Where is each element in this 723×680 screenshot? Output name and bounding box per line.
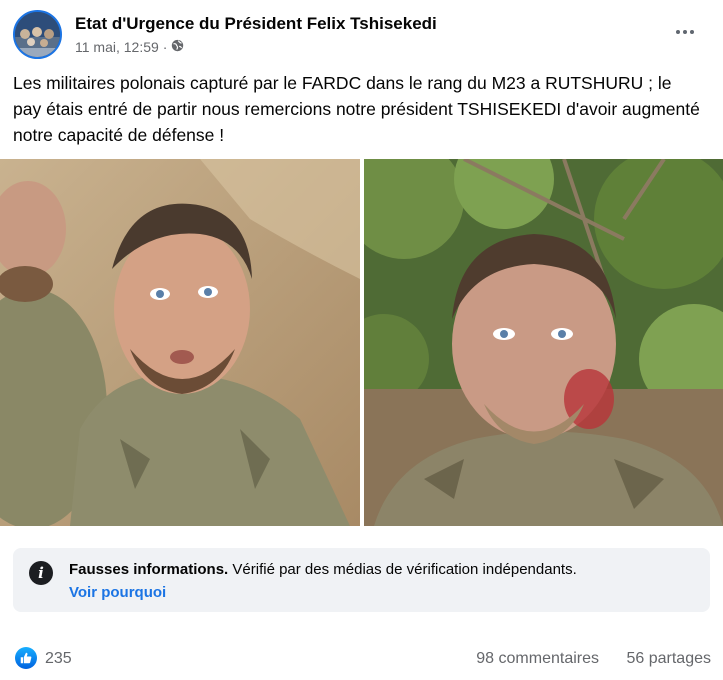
- share-count[interactable]: 56 partages: [626, 650, 711, 668]
- post-photo-left[interactable]: [0, 159, 360, 526]
- page-avatar[interactable]: [13, 10, 62, 59]
- thumbs-up-icon[interactable]: [15, 647, 37, 669]
- info-icon: i: [29, 561, 53, 585]
- post-engagement-bar: 235 98 commentaires 56 partages: [0, 640, 723, 678]
- fact-check-text: Fausses informations. Vérifié par des mé…: [69, 561, 577, 578]
- post-timestamp[interactable]: 11 mai, 12:59: [75, 39, 159, 55]
- see-why-link[interactable]: Voir pourquoi: [69, 584, 166, 601]
- post-photo-right[interactable]: [364, 159, 723, 526]
- post-text: Les militaires polonais capturé par le F…: [13, 73, 700, 145]
- comment-count[interactable]: 98 commentaires: [476, 650, 599, 668]
- meta-separator: ·: [162, 39, 168, 55]
- post-photos: [0, 159, 723, 526]
- fact-check-description: Vérifié par des médias de vérification i…: [232, 561, 577, 578]
- fact-check-title: Fausses informations.: [69, 561, 229, 578]
- globe-icon: [171, 39, 184, 55]
- more-options-icon[interactable]: [669, 20, 701, 44]
- post-header: Etat d'Urgence du Président Felix Tshise…: [0, 0, 723, 70]
- page-name[interactable]: Etat d'Urgence du Président Felix Tshise…: [75, 14, 437, 34]
- post-meta: 11 mai, 12:59 ·: [75, 39, 184, 55]
- fact-check-banner: i Fausses informations. Vérifié par des …: [13, 548, 710, 612]
- reaction-count[interactable]: 235: [45, 650, 72, 668]
